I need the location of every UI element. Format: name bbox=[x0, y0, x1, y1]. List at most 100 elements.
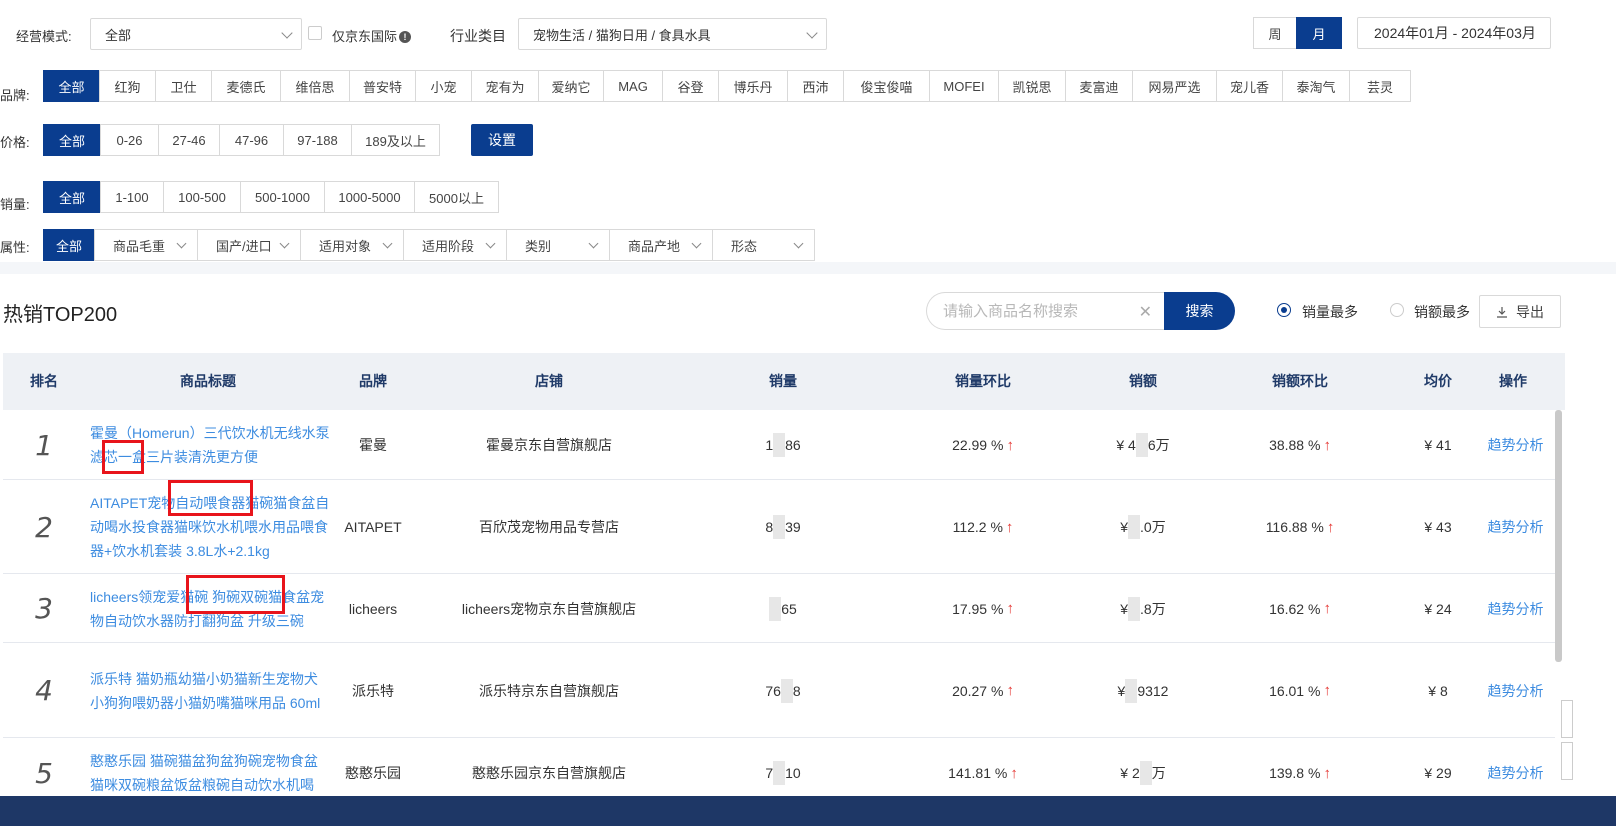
brand-option[interactable]: 芸灵 bbox=[1349, 70, 1411, 102]
sales-value-start: 8 bbox=[765, 519, 774, 535]
brand-option[interactable]: 博乐丹 bbox=[718, 70, 788, 102]
date-range-picker[interactable]: 2024年01月 - 2024年03月 bbox=[1357, 17, 1551, 49]
side-float-button[interactable] bbox=[1561, 742, 1573, 780]
sales-option[interactable]: 100-500 bbox=[163, 181, 241, 213]
product-title-link[interactable]: 派乐特 猫奶瓶幼猫小奶猫新生宠物犬小狗狗喂奶器小猫奶嘴猫咪用品 60ml bbox=[90, 667, 330, 715]
section-title: 热销TOP200 bbox=[3, 304, 118, 326]
shop-cell: 百欣茂宠物用品专营店 bbox=[479, 519, 619, 535]
mode-select[interactable]: 全部 bbox=[90, 18, 302, 50]
sort-sales-radio[interactable] bbox=[1277, 303, 1291, 317]
sales-option[interactable]: 1000-5000 bbox=[324, 181, 415, 213]
trend-analysis-link[interactable]: 趋势分析 bbox=[1488, 599, 1544, 619]
sales-mom-value: 17.95 % bbox=[952, 600, 1004, 617]
price-option[interactable]: 全部 bbox=[43, 124, 101, 156]
brand-option[interactable]: 西沛 bbox=[787, 70, 844, 102]
brand-option[interactable]: 普安特 bbox=[349, 70, 416, 102]
side-float-button[interactable] bbox=[1561, 700, 1573, 738]
brand-option[interactable]: 卫仕 bbox=[155, 70, 212, 102]
attr-dropdown[interactable]: 适用阶段 bbox=[403, 229, 507, 261]
brand-option[interactable]: 凯锐思 bbox=[998, 70, 1066, 102]
brand-option[interactable]: 俊宝俊喵 bbox=[843, 70, 930, 102]
brand-cell: AITAPET bbox=[344, 519, 402, 535]
col-brand: 品牌 bbox=[359, 373, 387, 389]
industry-select[interactable]: 宠物生活 / 猫狗日用 / 食具水具 bbox=[518, 18, 827, 50]
attr-dropdown[interactable]: 商品毛重 bbox=[94, 229, 198, 261]
attr-dropdown[interactable]: 类别 bbox=[506, 229, 610, 261]
brand-option[interactable]: 维倍思 bbox=[280, 70, 350, 102]
price-option[interactable]: 97-188 bbox=[283, 124, 352, 156]
redacted-mask bbox=[773, 761, 786, 785]
sales-cell: 65 bbox=[743, 574, 823, 643]
table-scrollbar[interactable] bbox=[1555, 410, 1562, 662]
sort-amount-label[interactable]: 销额最多 bbox=[1414, 302, 1470, 322]
price-option[interactable]: 47-96 bbox=[219, 124, 284, 156]
brand-option[interactable]: 红狗 bbox=[99, 70, 156, 102]
sales-mom-cell: 112.2 % ↑ bbox=[903, 480, 1063, 574]
trend-analysis-link[interactable]: 趋势分析 bbox=[1488, 435, 1544, 455]
amount-mom-cell: 116.88 % ↑ bbox=[1220, 480, 1380, 574]
sales-mom-value: 20.27 % bbox=[952, 682, 1004, 699]
sales-option[interactable]: 1-100 bbox=[100, 181, 164, 213]
arrow-up-icon: ↑ bbox=[1005, 518, 1014, 536]
sales-mom-value: 112.2 % bbox=[952, 519, 1003, 535]
trend-analysis-link[interactable]: 趋势分析 bbox=[1488, 681, 1544, 701]
redacted-mask bbox=[1135, 433, 1148, 457]
product-title-link[interactable]: 憨憨乐园 猫碗猫盆狗盆狗碗宠物食盆猫咪双碗粮盆饭盆粮碗自动饮水机喝 bbox=[90, 749, 330, 797]
chevron-down-icon bbox=[176, 238, 187, 249]
attr-dropdown-label: 形态 bbox=[731, 238, 758, 254]
sales-option[interactable]: 5000以上 bbox=[414, 181, 499, 213]
price-option[interactable]: 27-46 bbox=[158, 124, 220, 156]
attr-dropdown[interactable]: 商品产地 bbox=[609, 229, 713, 261]
avg-price-cell: ¥ 43 bbox=[1424, 519, 1452, 535]
jd-intl-checkbox[interactable] bbox=[308, 26, 322, 40]
sales-value-end: 8 bbox=[792, 682, 801, 699]
arrow-up-icon: ↑ bbox=[1326, 518, 1335, 536]
chevron-down-icon bbox=[806, 27, 818, 39]
amount-mom-value: 16.01 % bbox=[1269, 682, 1321, 699]
attr-dropdown[interactable]: 国产/进口 bbox=[197, 229, 301, 261]
sales-mom-value: 141.81 % bbox=[948, 765, 1008, 781]
download-icon bbox=[1497, 306, 1507, 318]
sales-option[interactable]: 全部 bbox=[43, 181, 101, 213]
brand-option[interactable]: MAG bbox=[603, 70, 663, 102]
table-row: 4 派乐特 猫奶瓶幼猫小奶猫新生宠物犬小狗狗喂奶器小猫奶嘴猫咪用品 60ml 派乐特… bbox=[3, 643, 1555, 738]
clear-icon[interactable]: ✕ bbox=[1139, 302, 1152, 322]
amount-mom-cell: 38.88 % ↑ bbox=[1220, 410, 1380, 480]
export-button[interactable]: 导出 bbox=[1479, 295, 1561, 328]
period-week-button[interactable]: 周 bbox=[1253, 17, 1297, 49]
attr-option-all[interactable]: 全部 bbox=[43, 229, 95, 261]
brand-option[interactable]: 麦德氏 bbox=[211, 70, 281, 102]
attr-dropdown[interactable]: 形态 bbox=[712, 229, 815, 261]
brand-option[interactable]: 泰淘气 bbox=[1282, 70, 1350, 102]
brand-option[interactable]: 麦富迪 bbox=[1065, 70, 1133, 102]
brand-option[interactable]: 网易严选 bbox=[1132, 70, 1217, 102]
price-filter: 全部 0-26 27-46 47-96 97-188 189及以上 bbox=[43, 124, 440, 156]
sales-value-end: 10 bbox=[785, 765, 801, 781]
trend-analysis-link[interactable]: 趋势分析 bbox=[1488, 517, 1544, 537]
sort-amount-radio[interactable] bbox=[1390, 303, 1404, 317]
brand-option[interactable]: 全部 bbox=[43, 70, 100, 102]
sort-sales-label[interactable]: 销量最多 bbox=[1302, 302, 1358, 322]
price-option[interactable]: 189及以上 bbox=[351, 124, 440, 156]
brand-option[interactable]: 宠有为 bbox=[471, 70, 539, 102]
search-button[interactable]: 搜索 bbox=[1164, 292, 1235, 330]
sales-mom-cell: 20.27 % ↑ bbox=[903, 643, 1063, 738]
trend-analysis-link[interactable]: 趋势分析 bbox=[1488, 763, 1544, 783]
brand-option[interactable]: 宠儿香 bbox=[1216, 70, 1283, 102]
period-month-button[interactable]: 月 bbox=[1296, 17, 1342, 49]
price-set-button[interactable]: 设置 bbox=[471, 124, 533, 156]
brand-option[interactable]: 小宠 bbox=[415, 70, 472, 102]
price-option[interactable]: 0-26 bbox=[100, 124, 159, 156]
sales-label: 销量: bbox=[0, 197, 30, 212]
redacted-mask bbox=[1125, 678, 1138, 703]
brand-option[interactable]: MOFEI bbox=[929, 70, 999, 102]
brand-option[interactable]: 谷登 bbox=[662, 70, 719, 102]
attr-dropdown-label: 类别 bbox=[525, 238, 552, 254]
sales-option[interactable]: 500-1000 bbox=[240, 181, 325, 213]
arrow-up-icon: ↑ bbox=[1323, 682, 1331, 699]
sales-value-start: 76 bbox=[765, 682, 781, 699]
brand-option[interactable]: 爱纳它 bbox=[538, 70, 604, 102]
search-input[interactable] bbox=[943, 302, 1123, 320]
attr-dropdown[interactable]: 适用对象 bbox=[300, 229, 404, 261]
table-header: 排名 商品标题 品牌 店铺 销量 销量环比 销额 销额环比 均价 操作 bbox=[3, 353, 1565, 410]
